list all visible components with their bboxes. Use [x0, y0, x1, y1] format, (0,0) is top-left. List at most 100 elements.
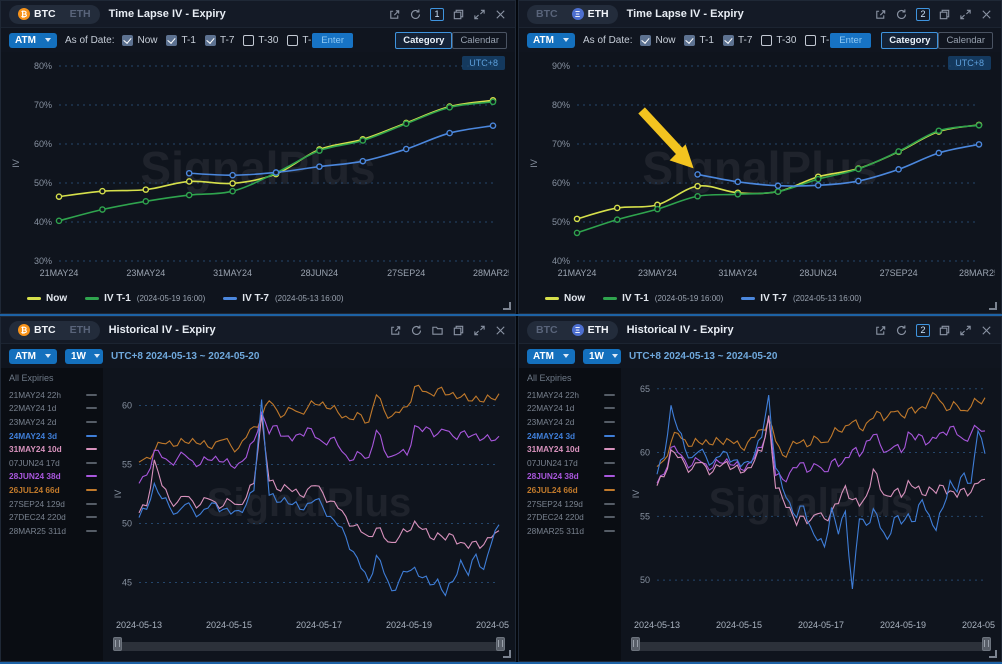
strike-select[interactable]: ATM: [527, 33, 575, 48]
expand-icon[interactable]: [473, 324, 486, 337]
popout-icon[interactable]: [874, 324, 887, 337]
expiry-item[interactable]: 31MAY24 10d: [9, 442, 97, 456]
asset-btc[interactable]: BTC: [529, 8, 565, 20]
expand-icon[interactable]: [473, 8, 486, 21]
refresh-icon[interactable]: [409, 8, 422, 21]
expiry-item[interactable]: 27DEC24 220d: [527, 510, 615, 524]
btc-icon: ₿: [18, 324, 30, 336]
asset-btc[interactable]: ₿ BTC: [11, 8, 63, 20]
expiry-item[interactable]: 24MAY24 3d: [527, 429, 615, 443]
expiry-item[interactable]: 23MAY24 2d: [9, 415, 97, 429]
svg-text:2024-05-15: 2024-05-15: [716, 620, 762, 630]
checkbox-t7[interactable]: [723, 35, 734, 46]
asset-eth[interactable]: ETH: [63, 324, 98, 336]
range-select[interactable]: 1W: [65, 349, 103, 364]
resize-handle[interactable]: [503, 302, 511, 310]
expiry-item[interactable]: 28JUN24 38d: [9, 470, 97, 484]
expiry-item[interactable]: 26JUL24 66d: [527, 483, 615, 497]
scrollbar-right-handle[interactable]: [982, 637, 991, 651]
close-icon[interactable]: [494, 324, 507, 337]
asset-btc[interactable]: ₿ BTC: [11, 324, 63, 336]
workspace: ₿ BTC ETH Time Lapse IV - Expiry 1 ATM A…: [0, 0, 1002, 664]
custom-days-input[interactable]: Enter: [830, 33, 871, 48]
legend-t7[interactable]: IV T-7(2024-05-13 16:00): [741, 293, 861, 304]
expiry-item[interactable]: 27SEP24 129d: [527, 497, 615, 511]
row-divider[interactable]: [0, 314, 1002, 316]
asset-eth-label: ETH: [70, 324, 91, 336]
range-select[interactable]: 1W: [583, 349, 621, 364]
scrollbar-track[interactable]: [113, 642, 505, 651]
legend-t7[interactable]: IV T-7(2024-05-13 16:00): [223, 293, 343, 304]
svg-text:IV: IV: [631, 490, 641, 499]
tab-number-badge[interactable]: 2: [916, 8, 930, 21]
legend-t1[interactable]: IV T-1(2024-05-19 16:00): [603, 293, 723, 304]
checkbox-now[interactable]: [640, 35, 651, 46]
duplicate-window-icon[interactable]: [938, 324, 951, 337]
duplicate-window-icon[interactable]: [452, 324, 465, 337]
checkbox-custom-t[interactable]: [805, 35, 816, 46]
expand-icon[interactable]: [959, 324, 972, 337]
expiry-item[interactable]: 22MAY24 1d: [9, 402, 97, 416]
legend-now[interactable]: Now: [545, 293, 585, 304]
checkbox-custom-t[interactable]: [287, 35, 298, 46]
popout-icon[interactable]: [874, 8, 887, 21]
scrollbar-left-handle[interactable]: [631, 637, 640, 651]
legend-now[interactable]: Now: [27, 293, 67, 304]
svg-text:40%: 40%: [34, 217, 52, 227]
expiry-item[interactable]: 21MAY24 22h: [527, 388, 615, 402]
expiry-item[interactable]: 31MAY24 10d: [527, 442, 615, 456]
expiry-item[interactable]: 27DEC24 220d: [9, 510, 97, 524]
expiry-item[interactable]: 23MAY24 2d: [527, 415, 615, 429]
expiry-item[interactable]: 27SEP24 129d: [9, 497, 97, 511]
expiry-item[interactable]: 28MAR25 311d: [9, 524, 97, 538]
refresh-icon[interactable]: [895, 8, 908, 21]
refresh-icon[interactable]: [895, 324, 908, 337]
category-button[interactable]: Category: [881, 32, 938, 49]
resize-handle[interactable]: [989, 650, 997, 658]
calendar-button[interactable]: Calendar: [938, 32, 993, 49]
refresh-icon[interactable]: [410, 324, 423, 337]
custom-days-input[interactable]: Enter: [312, 33, 353, 48]
duplicate-window-icon[interactable]: [452, 8, 465, 21]
expiry-item[interactable]: 22MAY24 1d: [527, 402, 615, 416]
scrollbar-right-handle[interactable]: [496, 637, 505, 651]
checkbox-t30[interactable]: [761, 35, 772, 46]
asset-eth[interactable]: Ξ ETH: [565, 324, 616, 336]
checkbox-t7[interactable]: [205, 35, 216, 46]
expiry-item[interactable]: 07JUN24 17d: [527, 456, 615, 470]
popout-icon[interactable]: [388, 8, 401, 21]
expiry-item[interactable]: 28MAR25 311d: [527, 524, 615, 538]
expand-icon[interactable]: [959, 8, 972, 21]
checkbox-t30[interactable]: [243, 35, 254, 46]
close-icon[interactable]: [494, 8, 507, 21]
scrollbar-left-handle[interactable]: [113, 637, 122, 651]
resize-handle[interactable]: [989, 302, 997, 310]
legend-t1[interactable]: IV T-1(2024-05-19 16:00): [85, 293, 205, 304]
asset-eth[interactable]: ETH: [63, 8, 98, 20]
expiry-item[interactable]: 24MAY24 3d: [9, 429, 97, 443]
strike-select[interactable]: ATM: [9, 33, 57, 48]
checkbox-t1[interactable]: [684, 35, 695, 46]
duplicate-window-icon[interactable]: [938, 8, 951, 21]
asset-eth[interactable]: Ξ ETH: [565, 8, 616, 20]
tab-number-badge[interactable]: 2: [916, 324, 930, 337]
checkbox-t1[interactable]: [166, 35, 177, 46]
scrollbar-track[interactable]: [631, 642, 991, 651]
resize-handle[interactable]: [503, 650, 511, 658]
expiry-item[interactable]: 07JUN24 17d: [9, 456, 97, 470]
btc-historical-chart: 45505560IV2024-05-132024-05-152024-05-17…: [109, 368, 509, 638]
close-icon[interactable]: [980, 324, 993, 337]
close-icon[interactable]: [980, 8, 993, 21]
checkbox-now[interactable]: [122, 35, 133, 46]
strike-select[interactable]: ATM: [527, 349, 575, 364]
folder-icon[interactable]: [431, 324, 444, 337]
category-button[interactable]: Category: [395, 32, 452, 49]
calendar-button[interactable]: Calendar: [452, 32, 507, 49]
asset-btc[interactable]: BTC: [529, 324, 565, 336]
strike-select[interactable]: ATM: [9, 349, 57, 364]
expiry-item[interactable]: 21MAY24 22h: [9, 388, 97, 402]
tab-number-badge[interactable]: 1: [430, 8, 444, 21]
popout-icon[interactable]: [389, 324, 402, 337]
expiry-item[interactable]: 28JUN24 38d: [527, 470, 615, 484]
expiry-item[interactable]: 26JUL24 66d: [9, 483, 97, 497]
